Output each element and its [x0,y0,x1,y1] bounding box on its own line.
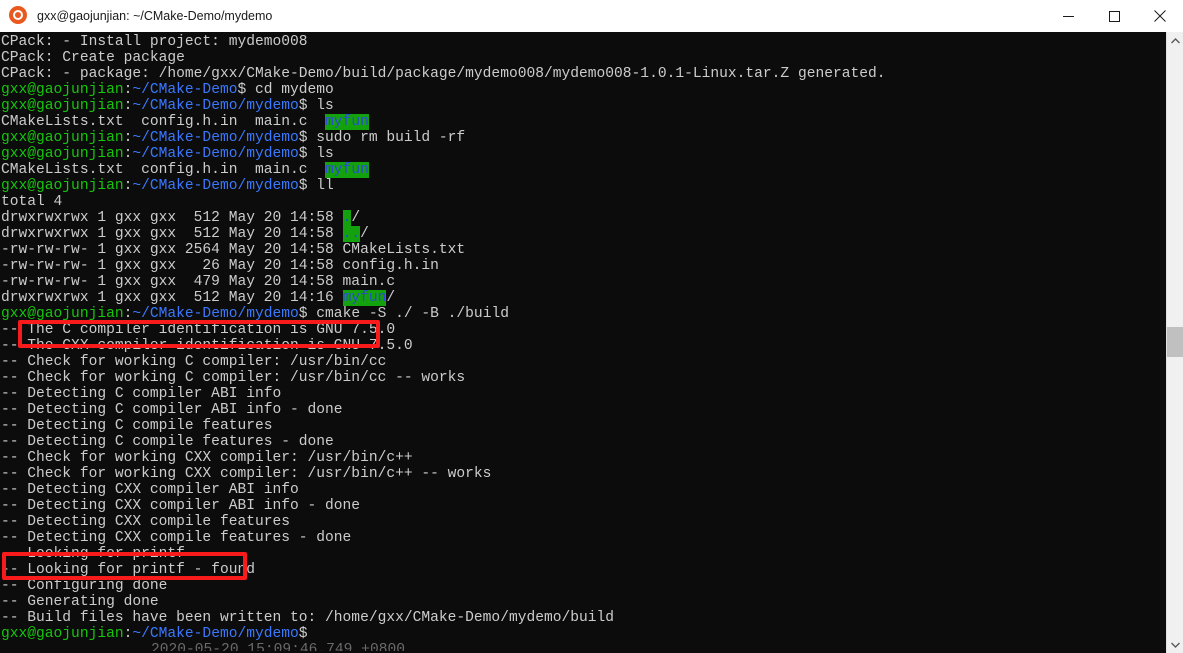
terminal-prompt-line: gxx@gaojunjian:~/CMake-Demo/mydemo$ ls [1,98,334,114]
terminal-output-line: -- Check for working C compiler: /usr/bi… [1,354,387,370]
terminal-output-line: -- The CXX compiler identification is GN… [1,338,413,354]
terminal-output-line: -- Detecting C compiler ABI info - done [1,402,343,418]
terminal-window: gxx@gaojunjian: ~/CMake-Demo/mydemo CPac… [0,0,1183,653]
terminal-output-line: CPack: - Install project: mydemo008 [1,34,308,50]
close-button[interactable] [1137,0,1183,32]
terminal-prompt-line: gxx@gaojunjian:~/CMake-Demo/mydemo$ ll [1,178,334,194]
scroll-down-arrow-icon[interactable] [1167,636,1183,653]
scrollbar-thumb[interactable] [1167,327,1183,357]
terminal-output-line: -- The C compiler identification is GNU … [1,322,396,338]
terminal-prompt-line: gxx@gaojunjian:~/CMake-Demo/mydemo$ cmak… [1,306,509,322]
terminal-prompt-line: gxx@gaojunjian:~/CMake-Demo/mydemo$ [1,626,317,642]
terminal-output-line: -rw-rw-rw- 1 gxx gxx 2564 May 20 14:58 C… [1,242,466,258]
scroll-up-arrow-icon[interactable] [1167,32,1183,49]
terminal-output-line: -- Detecting C compile features [1,418,273,434]
terminal-lines: CPack: - Install project: mydemo008 CPack… [1,34,1161,651]
minimize-button[interactable] [1045,0,1091,32]
terminal-output-line: -- Looking for printf - found [1,562,255,578]
terminal-output-line: -- Detecting C compile features - done [1,434,334,450]
terminal-output-line: -- Build files have been written to: /ho… [1,610,615,626]
terminal-prompt-line: gxx@gaojunjian:~/CMake-Demo$ cd mydemo [1,82,334,98]
terminal-output-line: -- Looking for printf [1,546,185,562]
vertical-scrollbar[interactable] [1166,32,1183,653]
terminal-output-line: -- Configuring done [1,578,168,594]
terminal-output-area[interactable]: CPack: - Install project: mydemo008 CPack… [0,32,1166,653]
terminal-output-line: -rw-rw-rw- 1 gxx gxx 26 May 20 14:58 con… [1,258,439,274]
terminal-partial-line: 2020-05-20 15:09:46.749 +0800 [151,642,405,651]
terminal-output-line: CPack: - package: /home/gxx/CMake-Demo/b… [1,66,886,82]
terminal-prompt-line: gxx@gaojunjian:~/CMake-Demo/mydemo$ sudo… [1,130,466,146]
terminal-ll-output-line: drwxrwxrwx 1 gxx gxx 512 May 20 14:16 my… [1,290,396,306]
ubuntu-icon [9,6,29,26]
terminal-output-line: -- Detecting CXX compile features - done [1,530,352,546]
terminal-ll-output-line: drwxrwxrwx 1 gxx gxx 512 May 20 14:58 ./ [1,210,361,226]
terminal-output-line: -- Check for working CXX compiler: /usr/… [1,466,492,482]
terminal-ls-output-line: CMakeLists.txt config.h.in main.c myfun [1,114,369,130]
window-controls [1045,0,1183,32]
terminal-output-line: -rw-rw-rw- 1 gxx gxx 479 May 20 14:58 ma… [1,274,396,290]
terminal-output-line: -- Generating done [1,594,159,610]
terminal-ls-output-line: CMakeLists.txt config.h.in main.c myfun [1,162,369,178]
terminal-output-line: CPack: Create package [1,50,185,66]
terminal-ll-output-line: drwxrwxrwx 1 gxx gxx 512 May 20 14:58 ..… [1,226,369,242]
terminal-output-line: -- Check for working CXX compiler: /usr/… [1,450,413,466]
terminal-output-line: -- Check for working C compiler: /usr/bi… [1,370,466,386]
terminal-output-line: -- Detecting CXX compiler ABI info - don… [1,498,361,514]
maximize-button[interactable] [1091,0,1137,32]
terminal-output-line: -- Detecting CXX compiler ABI info [1,482,299,498]
terminal-output-line: -- Detecting CXX compile features [1,514,291,530]
title-bar[interactable]: gxx@gaojunjian: ~/CMake-Demo/mydemo [0,0,1183,33]
terminal-output-line: -- Detecting C compiler ABI info [1,386,282,402]
terminal-output-line: total 4 [1,194,63,210]
window-title: gxx@gaojunjian: ~/CMake-Demo/mydemo [37,9,273,23]
terminal-prompt-line: gxx@gaojunjian:~/CMake-Demo/mydemo$ ls [1,146,334,162]
